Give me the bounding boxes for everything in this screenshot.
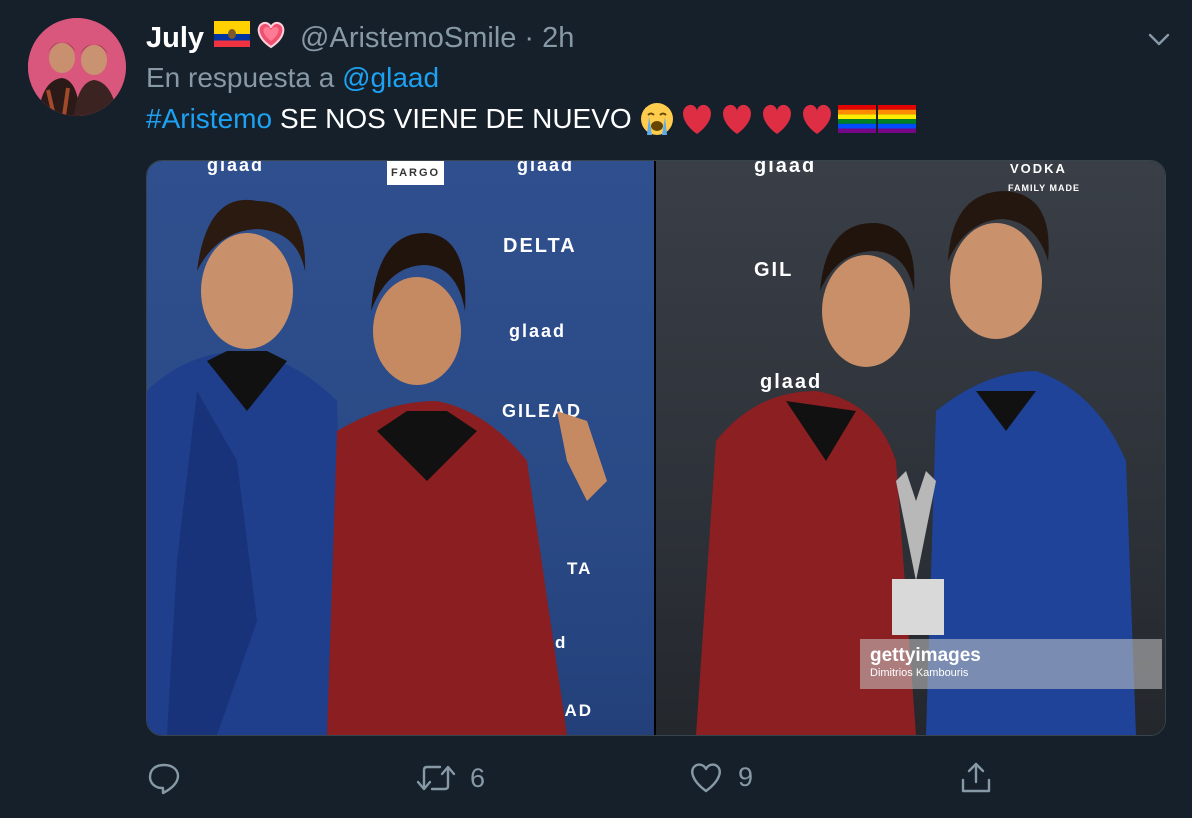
user-handle[interactable]: @AristemoSmile (300, 22, 516, 55)
tweet-text: #Aristemo SE NOS VIENE DE NUEVO (146, 101, 916, 137)
timestamp[interactable]: 2h (542, 22, 574, 55)
rainbow-flag-icon (877, 105, 916, 133)
photo-right[interactable]: glaad VODKA FAMILY MADE GIL glaad gettyi… (656, 161, 1165, 735)
watermark-brand: gettyimages (870, 645, 981, 666)
share-button[interactable] (958, 760, 1008, 796)
rainbow-flag-icon (837, 105, 876, 133)
retweet-count: 6 (470, 762, 486, 793)
retweet-button[interactable]: 6 (416, 760, 485, 796)
ecuador-flag-icon (214, 21, 251, 55)
like-button[interactable]: 9 (688, 760, 753, 794)
red-heart-icon (802, 104, 831, 134)
reply-button[interactable] (146, 760, 196, 796)
reply-mention-link[interactable]: @glaad (342, 62, 439, 93)
emoji-row (638, 101, 916, 137)
chevron-down-icon[interactable] (1146, 26, 1172, 52)
share-icon (961, 762, 991, 793)
left-photo-figures (147, 199, 607, 735)
reply-prefix: En respuesta a (146, 62, 335, 93)
tweet-body: SE NOS VIENE DE NUEVO (280, 103, 632, 134)
red-heart-icon (682, 104, 711, 134)
reply-context: En respuesta a @glaad (146, 62, 439, 94)
avatar[interactable] (28, 18, 126, 116)
separator-dot: · (524, 21, 535, 54)
tweet-actions: 6 9 (146, 760, 1006, 804)
getty-watermark: gettyimages Dimitrios Kambouris (860, 639, 1162, 689)
sparkling-heart-icon (254, 19, 288, 57)
like-count: 9 (738, 761, 754, 792)
hashtag-link[interactable]: #Aristemo (146, 103, 272, 135)
tweet-header: July @AristemoSmile · 2h (146, 16, 1132, 60)
red-heart-icon (762, 104, 791, 134)
watermark-credit: Dimitrios Kambouris (870, 667, 969, 679)
display-name[interactable]: July (146, 22, 204, 55)
crying-face-icon (640, 103, 673, 135)
red-heart-icon (722, 104, 751, 134)
reply-icon (148, 763, 180, 795)
photo-left[interactable]: glaad FARGO glaad DELTA glaad GILEAD TA … (147, 161, 654, 735)
tweet-media[interactable]: glaad FARGO glaad DELTA glaad GILEAD TA … (146, 160, 1166, 736)
heart-icon (691, 763, 721, 793)
retweet-icon (416, 765, 456, 791)
